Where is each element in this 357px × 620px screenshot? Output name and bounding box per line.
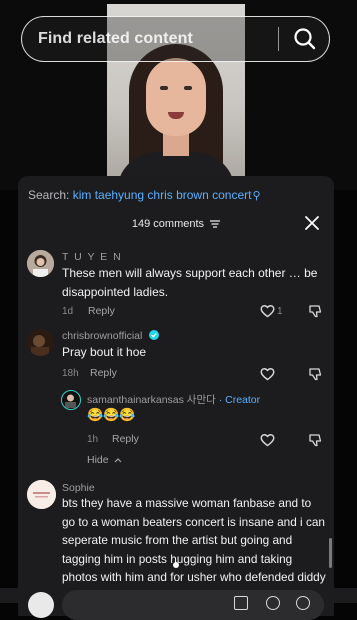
verified-icon (149, 330, 159, 340)
reply-username[interactable]: samanthainarkansas 사만다 · Creator (87, 392, 260, 407)
sort-icon[interactable] (210, 220, 221, 228)
comment-username[interactable]: chrisbrownofficial (62, 330, 142, 342)
avatar-photo (65, 394, 76, 408)
comment-age: 1d (62, 306, 74, 317)
reply-button[interactable]: Reply (88, 305, 115, 317)
comment-input[interactable] (62, 590, 324, 620)
comment-age: 18h (62, 368, 79, 379)
dislike-icon[interactable] (308, 304, 322, 318)
close-icon (305, 216, 319, 230)
search-prefix: Search: (28, 188, 70, 202)
eye-left (160, 86, 168, 90)
avatar-photo (27, 250, 54, 277)
heart-icon[interactable] (260, 433, 275, 447)
reply-text: 😂😂😂 (87, 407, 136, 422)
dislike-icon[interactable] (308, 367, 322, 381)
mouth (168, 112, 184, 119)
avatar-photo (27, 329, 54, 356)
search-button[interactable] (290, 25, 320, 53)
comment-text: Pray bout it hoe (62, 345, 147, 359)
creator-badge: · Creator (218, 394, 261, 406)
image-icon[interactable] (234, 596, 248, 610)
scrollbar[interactable] (329, 538, 332, 568)
comment-count-row: 149 comments (18, 218, 334, 230)
comments-panel: Search: kim taehyung chris brown concert… (18, 176, 334, 616)
reply-button[interactable]: Reply (112, 433, 139, 445)
video-progress-dot[interactable] (173, 562, 179, 568)
comment-count: 149 comments (131, 218, 205, 230)
search-divider (278, 27, 279, 51)
eye-right (184, 86, 192, 90)
related-search-link[interactable]: Search: kim taehyung chris brown concert… (28, 188, 261, 202)
user-avatar[interactable] (28, 592, 54, 618)
reply-username-text[interactable]: samanthainarkansas 사만다 (87, 394, 216, 406)
heart-icon[interactable] (260, 367, 275, 381)
emoji-icon[interactable] (266, 596, 280, 610)
person-face (146, 58, 206, 136)
hide-label[interactable]: Hide (87, 454, 109, 466)
reply-button[interactable]: Reply (90, 367, 117, 379)
mention-icon[interactable] (296, 596, 310, 610)
dislike-icon[interactable] (308, 433, 322, 447)
comment-username[interactable]: T U Y E N (62, 251, 122, 263)
comment-username[interactable]: Sophie (62, 482, 95, 494)
avatar[interactable] (27, 480, 56, 509)
search-query-icon: ⚲ (252, 190, 261, 202)
reply-age: 1h (87, 434, 99, 445)
heart-icon[interactable] (260, 304, 275, 318)
search-query[interactable]: kim taehyung chris brown concert (73, 188, 252, 202)
close-comments-button[interactable] (304, 215, 320, 231)
chevron-up-icon (114, 458, 121, 463)
search-input[interactable]: Find related content (38, 30, 193, 48)
search-bar[interactable]: Find related content (21, 16, 330, 62)
avatar[interactable] (27, 329, 54, 356)
hide-replies-button[interactable]: Hide (87, 454, 122, 466)
search-icon (294, 28, 316, 50)
avatar[interactable] (61, 390, 81, 410)
avatar[interactable] (27, 250, 54, 277)
comment-text: These men will always support each other… (62, 266, 318, 299)
avatar-photo (27, 480, 56, 509)
like-count: 1 (277, 306, 283, 317)
